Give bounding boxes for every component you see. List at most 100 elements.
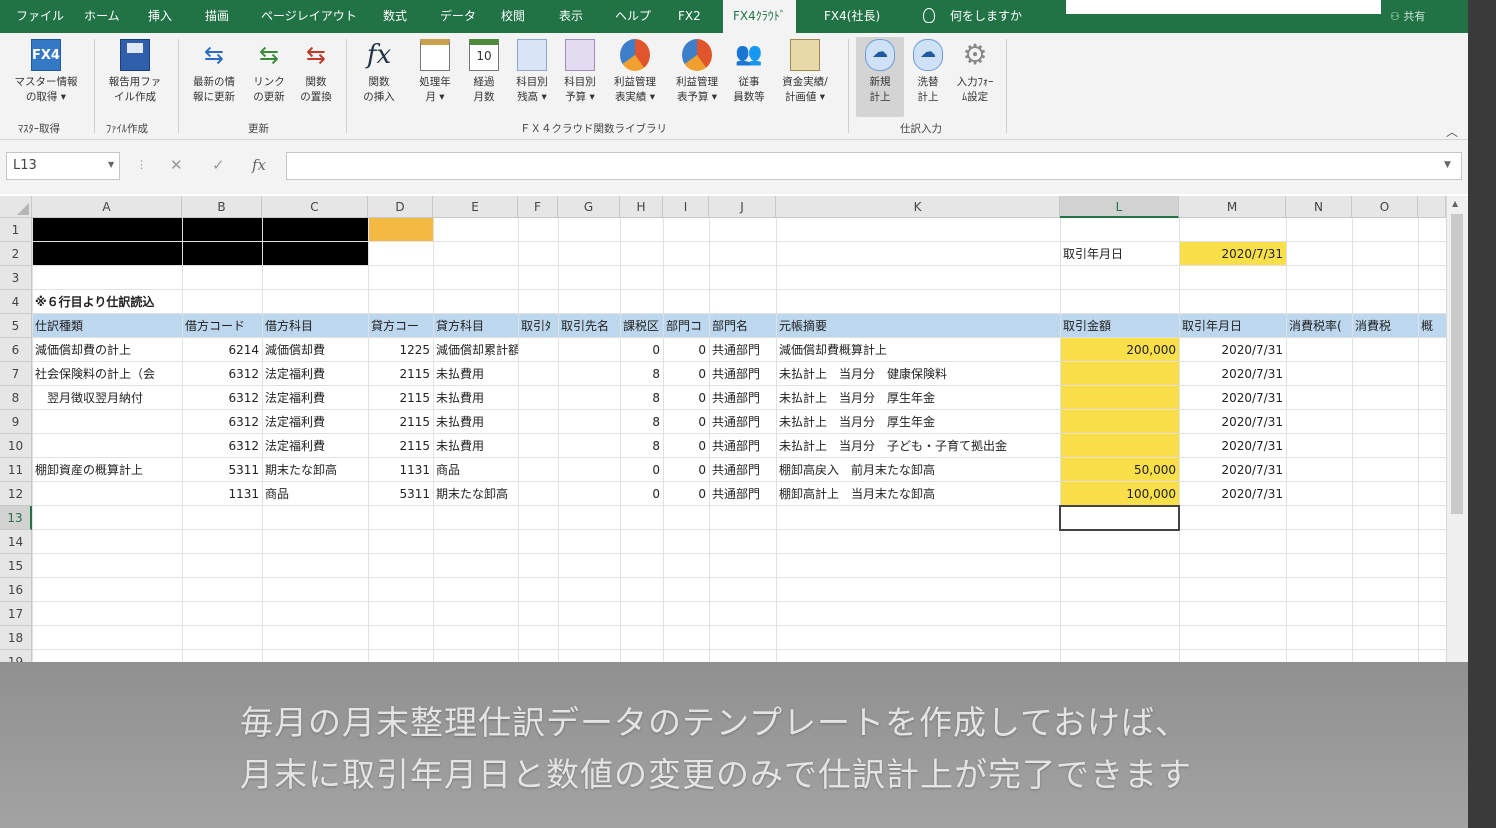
cell-h11[interactable]: 0	[620, 458, 663, 482]
cell-j6[interactable]: 共通部門	[709, 338, 776, 362]
active-cell-outline[interactable]	[1059, 505, 1180, 531]
cell-d10[interactable]: 2115	[368, 434, 433, 458]
cell-m2[interactable]: 2020/7/31	[1179, 242, 1286, 266]
cell-b6[interactable]: 6214	[182, 338, 262, 362]
cell-i6[interactable]: 0	[663, 338, 709, 362]
cell-c10[interactable]: 法定福利費	[262, 434, 368, 458]
profit-budget-button[interactable]: 利益管理 表予算 ▾	[666, 37, 728, 117]
row-header-3[interactable]: 3	[0, 266, 32, 290]
tab-insert[interactable]: 挿入	[148, 0, 172, 33]
cell-h5[interactable]: 課税区	[620, 314, 663, 338]
cell-i12[interactable]: 0	[663, 482, 709, 506]
master-info-button[interactable]: FX4 マスター情報 の取得 ▾	[6, 37, 86, 117]
employees-button[interactable]: 👥 従事 員数等	[728, 37, 770, 117]
cell-d11[interactable]: 1131	[368, 458, 433, 482]
cell-i9[interactable]: 0	[663, 410, 709, 434]
replace-function-button[interactable]: ⇆ 関数 の置換	[294, 37, 338, 117]
row-header-7[interactable]: 7	[0, 362, 32, 386]
cell-e12[interactable]: 期末たな卸高	[433, 482, 518, 506]
chevron-down-icon[interactable]: ▼	[108, 160, 114, 169]
tab-fx4-president[interactable]: FX4(社長)	[824, 0, 880, 33]
cell-e7[interactable]: 未払費用	[433, 362, 518, 386]
row-header-1[interactable]: 1	[0, 218, 32, 242]
cell-b7[interactable]: 6312	[182, 362, 262, 386]
cell-c6[interactable]: 減価償却費	[262, 338, 368, 362]
scroll-thumb[interactable]	[1451, 214, 1463, 514]
check-icon[interactable]: ✓	[212, 156, 225, 174]
row-header-6[interactable]: 6	[0, 338, 32, 362]
elapsed-months-button[interactable]: 10 経過 月数	[460, 37, 508, 117]
cell-c5[interactable]: 借方科目	[262, 314, 368, 338]
cell-m12[interactable]: 2020/7/31	[1179, 482, 1286, 506]
row-header-13[interactable]: 13	[0, 506, 32, 530]
cell-m6[interactable]: 2020/7/31	[1179, 338, 1286, 362]
tab-formulas[interactable]: 数式	[383, 0, 407, 33]
cell-a5[interactable]: 仕訳種類	[32, 314, 182, 338]
cell-c7[interactable]: 法定福利費	[262, 362, 368, 386]
column-header-m[interactable]: M	[1179, 196, 1286, 218]
column-header-e[interactable]: E	[433, 196, 518, 218]
cell-m7[interactable]: 2020/7/31	[1179, 362, 1286, 386]
cell-a8[interactable]: 翌月徴収翌月納付	[32, 386, 182, 410]
cell-e8[interactable]: 未払費用	[433, 386, 518, 410]
column-header-c[interactable]: C	[262, 196, 368, 218]
column-header-j[interactable]: J	[709, 196, 776, 218]
cell-l2[interactable]: 取引年月日	[1060, 242, 1179, 266]
cancel-icon[interactable]: ✕	[170, 156, 183, 174]
name-box[interactable]: L13	[6, 152, 120, 180]
tab-help[interactable]: ヘルプ	[615, 0, 651, 33]
cell-i8[interactable]: 0	[663, 386, 709, 410]
cell-a11[interactable]: 棚卸資産の概算計上	[32, 458, 182, 482]
row-header-2[interactable]: 2	[0, 242, 32, 266]
cell-j11[interactable]: 共通部門	[709, 458, 776, 482]
column-header-a[interactable]: A	[32, 196, 182, 218]
cell-c11[interactable]: 期末たな卸高	[262, 458, 368, 482]
cell-l5[interactable]: 取引金額	[1060, 314, 1179, 338]
update-link-button[interactable]: ⇆ リンク の更新	[244, 37, 294, 117]
cell-h10[interactable]: 8	[620, 434, 663, 458]
insert-function-button[interactable]: fx 関数 の挿入	[354, 37, 404, 117]
cell-n5[interactable]: 消費税率(	[1286, 314, 1352, 338]
cell-k10[interactable]: 未払計上 当月分 子ども・子育て拠出金	[776, 434, 1060, 458]
column-header-k[interactable]: K	[776, 196, 1060, 218]
profit-actual-button[interactable]: 利益管理 表実績 ▾	[604, 37, 666, 117]
cell-m10[interactable]: 2020/7/31	[1179, 434, 1286, 458]
cell-i10[interactable]: 0	[663, 434, 709, 458]
cell-e6[interactable]: 減価償却累計額	[433, 338, 518, 362]
cell-h12[interactable]: 0	[620, 482, 663, 506]
cell-d9[interactable]: 2115	[368, 410, 433, 434]
cell-j10[interactable]: 共通部門	[709, 434, 776, 458]
tab-fx2[interactable]: FX2	[678, 0, 701, 33]
row-header-14[interactable]: 14	[0, 530, 32, 554]
budget-by-account-button[interactable]: 科目別 予算 ▾	[556, 37, 604, 117]
tab-view[interactable]: 表示	[559, 0, 583, 33]
cell-d7[interactable]: 2115	[368, 362, 433, 386]
column-header-d[interactable]: D	[368, 196, 433, 218]
cell-m11[interactable]: 2020/7/31	[1179, 458, 1286, 482]
expand-formula-bar-icon[interactable]: ▼	[1444, 160, 1451, 170]
formula-input[interactable]	[286, 152, 1462, 180]
cell-g5[interactable]: 取引先名	[558, 314, 620, 338]
cell-c8[interactable]: 法定福利費	[262, 386, 368, 410]
reversal-entry-button[interactable]: ☁ 洗替 計上	[906, 37, 950, 117]
tab-file[interactable]: ファイル	[16, 0, 64, 33]
column-header-i[interactable]: I	[663, 196, 709, 218]
row-header-16[interactable]: 16	[0, 578, 32, 602]
tab-home[interactable]: ホーム	[84, 0, 120, 33]
cell-m5[interactable]: 取引年月日	[1179, 314, 1286, 338]
cell-b12[interactable]: 1131	[182, 482, 262, 506]
column-header-h[interactable]: H	[620, 196, 663, 218]
cell-p5[interactable]: 概	[1418, 314, 1446, 338]
row-header-4[interactable]: 4	[0, 290, 32, 314]
column-header-partial[interactable]	[1418, 196, 1446, 218]
column-header-g[interactable]: G	[558, 196, 620, 218]
processing-month-button[interactable]: 処理年 月 ▾	[410, 37, 460, 117]
tab-fx4-cloud[interactable]: FX4ｸﾗｳﾄﾞ	[723, 0, 796, 33]
row-header-15[interactable]: 15	[0, 554, 32, 578]
column-header-o[interactable]: O	[1352, 196, 1418, 218]
row-header-18[interactable]: 18	[0, 626, 32, 650]
cell-j9[interactable]: 共通部門	[709, 410, 776, 434]
cell-k9[interactable]: 未払計上 当月分 厚生年金	[776, 410, 1060, 434]
cell-e11[interactable]: 商品	[433, 458, 518, 482]
cell-i11[interactable]: 0	[663, 458, 709, 482]
